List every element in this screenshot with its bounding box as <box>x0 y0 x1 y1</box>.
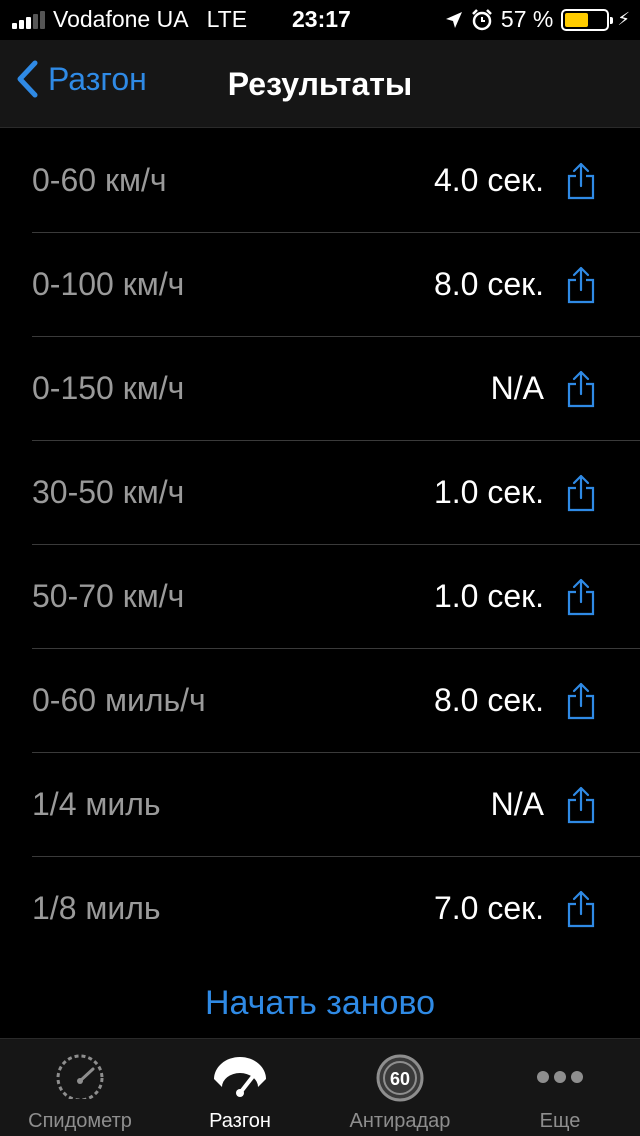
signal-strength-icon <box>12 10 45 29</box>
network-type: LTE <box>206 6 248 32</box>
tab-bar: Спидометр Разгон 60 Антирадар Еще <box>0 1038 640 1136</box>
location-arrow-icon <box>445 11 462 28</box>
result-label: 0-60 км/ч <box>32 162 167 198</box>
result-row: 0-100 км/ч 8.0 сек. <box>0 232 640 336</box>
result-label: 0-60 миль/ч <box>32 682 206 718</box>
result-row: 0-60 миль/ч 8.0 сек. <box>0 648 640 752</box>
speed-limit-60-icon: 60 <box>376 1054 424 1102</box>
battery-icon <box>561 8 614 31</box>
result-value: 1.0 сек. <box>433 474 544 510</box>
share-icon[interactable] <box>566 786 596 824</box>
charging-bolt-icon: ⚡ <box>617 9 630 29</box>
share-icon[interactable] <box>566 162 596 200</box>
tab-label: Спидометр <box>28 1110 132 1132</box>
result-value: 8.0 сек. <box>433 682 544 718</box>
page-title: Результаты <box>227 66 413 102</box>
result-label: 0-150 км/ч <box>32 370 185 406</box>
result-value: 8.0 сек. <box>433 266 544 302</box>
result-value: 7.0 сек. <box>433 890 544 926</box>
share-icon[interactable] <box>566 370 596 408</box>
result-value: N/A <box>490 370 544 406</box>
share-icon[interactable] <box>566 474 596 512</box>
share-icon[interactable] <box>566 682 596 720</box>
result-row: 50-70 км/ч 1.0 сек. <box>0 544 640 648</box>
result-value: 1.0 сек. <box>433 578 544 614</box>
carrier-name: Vodafone UA <box>53 6 189 32</box>
result-label: 50-70 км/ч <box>32 578 185 614</box>
share-icon[interactable] <box>566 890 596 928</box>
result-row: 0-150 км/ч N/A <box>0 336 640 440</box>
tab-antiradar[interactable]: 60 Антирадар <box>320 1039 480 1136</box>
alarm-clock-icon <box>472 8 492 30</box>
tab-label: Антирадар <box>349 1110 451 1132</box>
clock: 23:17 <box>292 6 351 32</box>
result-row: 1/4 миль N/A <box>0 752 640 856</box>
result-row: 0-60 км/ч 4.0 сек. <box>0 128 640 232</box>
result-label: 1/4 миль <box>32 786 161 822</box>
share-icon[interactable] <box>566 266 596 304</box>
navigation-bar: Разгон Результаты <box>0 40 640 128</box>
speed-limit-value: 60 <box>390 1069 410 1089</box>
tab-speedometer[interactable]: Спидометр <box>0 1039 160 1136</box>
results-list: 0-60 км/ч 4.0 сек. 0-100 км/ч 8.0 сек. 0-150… <box>0 128 640 960</box>
tab-label: Разгон <box>209 1110 271 1132</box>
tab-acceleration[interactable]: Разгон <box>160 1039 320 1136</box>
result-row: 30-50 км/ч 1.0 сек. <box>0 440 640 544</box>
tab-more[interactable]: Еще <box>480 1039 640 1136</box>
result-label: 30-50 км/ч <box>32 474 185 510</box>
result-value: N/A <box>490 786 544 822</box>
speedometer-icon <box>56 1054 104 1099</box>
result-row: 1/8 миль 7.0 сек. <box>0 856 640 960</box>
more-dots-icon <box>537 1071 583 1083</box>
share-icon[interactable] <box>566 578 596 616</box>
result-label: 1/8 миль <box>32 890 161 926</box>
tab-label: Еще <box>539 1110 581 1132</box>
battery-percent: 57 % <box>500 6 554 32</box>
result-value: 4.0 сек. <box>433 162 544 198</box>
acceleration-icon <box>214 1057 266 1097</box>
restart-button[interactable]: Начать заново <box>0 984 640 1023</box>
status-right: 57 % ⚡ <box>445 6 630 33</box>
status-left: Vodafone UA LTE <box>12 6 247 33</box>
status-bar: Vodafone UA LTE 23:17 57 % ⚡ <box>0 0 640 40</box>
result-label: 0-100 км/ч <box>32 266 185 302</box>
